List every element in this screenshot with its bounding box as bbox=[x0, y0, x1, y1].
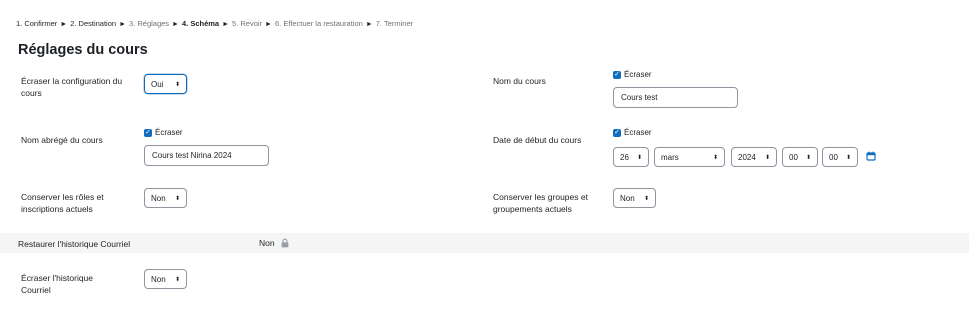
start-date-hour-select[interactable]: 00 ⬍ bbox=[782, 147, 818, 167]
step-destination: 2. Destination bbox=[70, 19, 117, 28]
course-name-value: Cours test bbox=[621, 93, 658, 102]
step-separator: ► bbox=[60, 21, 68, 28]
course-name-overwrite-checkbox[interactable]: ✓ Écraser bbox=[613, 70, 652, 79]
step-schema: 4. Schéma bbox=[181, 19, 220, 28]
chevron-updown-icon: ⬍ bbox=[636, 154, 642, 161]
checkbox-checked-icon: ✓ bbox=[613, 70, 621, 79]
keep-groups-select[interactable]: Non ⬍ bbox=[613, 188, 656, 208]
step-separator: ► bbox=[222, 21, 230, 28]
start-date-hour-value: 00 bbox=[789, 152, 798, 162]
lock-icon bbox=[280, 238, 290, 250]
short-name-overwrite-label: Écraser bbox=[155, 128, 183, 137]
step-confirm: 1. Confirmer bbox=[16, 19, 58, 28]
start-date-label: Date de début du cours bbox=[493, 135, 582, 145]
step-separator: ► bbox=[265, 21, 272, 28]
overwrite-mail-history-value: Non bbox=[151, 274, 166, 284]
keep-roles-value: Non bbox=[151, 193, 166, 203]
checkbox-checked-icon: ✓ bbox=[144, 128, 152, 137]
checkbox-checked-icon: ✓ bbox=[613, 128, 621, 137]
start-date-year-select[interactable]: 2024 ⬍ bbox=[731, 147, 777, 167]
overwrite-config-label: Écraser la configuration du cours bbox=[21, 76, 123, 98]
start-date-overwrite-checkbox[interactable]: ✓ Écraser bbox=[613, 128, 652, 137]
start-date-day-select[interactable]: 26 ⬍ bbox=[613, 147, 649, 167]
restore-mail-history-label: Restaurer l'historique Courriel bbox=[18, 239, 131, 249]
chevron-updown-icon: ⬍ bbox=[174, 276, 180, 283]
start-date-year-value: 2024 bbox=[738, 152, 756, 162]
step-review: 5. Revoir bbox=[232, 19, 263, 28]
course-name-label: Nom du cours bbox=[493, 76, 546, 86]
calendar-icon[interactable] bbox=[866, 151, 876, 163]
chevron-updown-icon: ⬍ bbox=[643, 195, 649, 202]
start-date-minute-value: 00 bbox=[829, 152, 838, 162]
overwrite-config-select[interactable]: Oui ⬍ bbox=[144, 74, 187, 94]
overwrite-mail-history-select[interactable]: Non ⬍ bbox=[144, 269, 187, 289]
chevron-updown-icon: ⬍ bbox=[174, 81, 180, 88]
overwrite-mail-history-label: Écraser l'historique Courriel bbox=[21, 273, 94, 295]
step-separator: ► bbox=[172, 21, 179, 28]
section-title: Réglages du cours bbox=[18, 42, 148, 58]
chevron-updown-icon: ⬍ bbox=[845, 154, 851, 161]
short-name-overwrite-checkbox[interactable]: ✓ Écraser bbox=[144, 128, 183, 137]
course-name-overwrite-label: Écraser bbox=[624, 70, 652, 79]
step-separator: ► bbox=[365, 21, 373, 28]
short-name-label: Nom abrégé du cours bbox=[21, 135, 103, 145]
overwrite-config-value: Oui bbox=[151, 79, 164, 89]
restore-mail-history-value: Non bbox=[259, 238, 275, 248]
chevron-updown-icon: ⬍ bbox=[764, 154, 770, 161]
short-name-input[interactable]: Cours test Nirina 2024 bbox=[144, 145, 269, 166]
restore-stepper: 1. Confirmer ► 2. Destination ► 3. Réglages ►… bbox=[16, 19, 413, 28]
restore-mail-history-row bbox=[0, 233, 969, 253]
keep-groups-value: Non bbox=[620, 193, 635, 203]
start-date-month-value: mars bbox=[661, 152, 679, 162]
step-separator: ► bbox=[119, 21, 127, 28]
keep-roles-label: Conserver les rôles et inscriptions actu… bbox=[21, 192, 104, 214]
start-date-overwrite-label: Écraser bbox=[624, 128, 652, 137]
course-name-input[interactable]: Cours test bbox=[613, 87, 738, 108]
short-name-value: Cours test Nirina 2024 bbox=[152, 151, 232, 160]
step-finish: 7. Terminer bbox=[375, 19, 414, 28]
start-date-day-value: 26 bbox=[620, 152, 629, 162]
keep-roles-select[interactable]: Non ⬍ bbox=[144, 188, 187, 208]
start-date-month-select[interactable]: mars ⬍ bbox=[654, 147, 725, 167]
start-date-minute-select[interactable]: 00 ⬍ bbox=[822, 147, 858, 167]
step-settings: 3. Réglages bbox=[129, 19, 170, 28]
step-perform-restore: 6. Effectuer la restauration bbox=[274, 19, 363, 28]
chevron-updown-icon: ⬍ bbox=[712, 154, 718, 161]
chevron-updown-icon: ⬍ bbox=[805, 154, 811, 161]
chevron-updown-icon: ⬍ bbox=[174, 195, 180, 202]
keep-groups-label: Conserver les groupes et groupements act… bbox=[493, 192, 588, 214]
